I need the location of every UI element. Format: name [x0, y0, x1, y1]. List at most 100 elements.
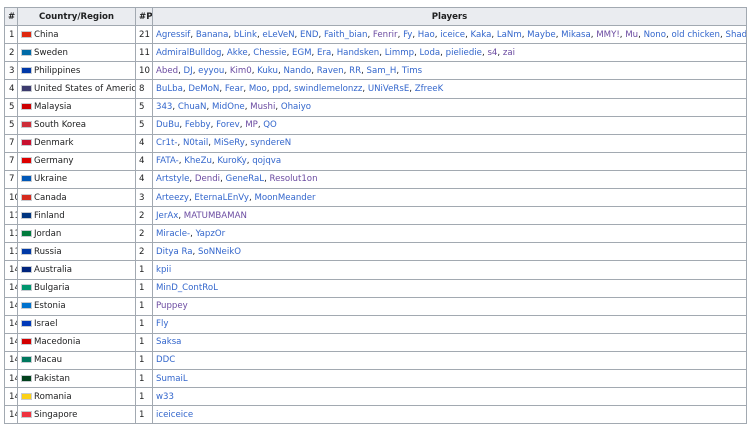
table-row: 5 Malaysia 5 343, ChuaN, MidOne, Mushi, Oha… — [4, 97, 747, 117]
player-link[interactable]: Resolut1on — [270, 174, 318, 184]
player-link[interactable]: GeneRaL — [226, 174, 265, 184]
player-link[interactable]: Shadow — [725, 30, 745, 40]
player-link[interactable]: N0tail — [183, 138, 208, 148]
country-flag-icon — [21, 121, 32, 129]
player-link[interactable]: swindlemelonzz — [294, 84, 362, 94]
player-link[interactable]: DDC — [156, 355, 175, 365]
player-link[interactable]: Banana — [196, 30, 229, 40]
player-link[interactable]: Hao — [418, 30, 435, 40]
player-link[interactable]: eLeVeN — [262, 30, 294, 40]
player-link[interactable]: DuBu — [156, 120, 179, 130]
player-link[interactable]: Ohaiyo — [281, 102, 311, 112]
player-link[interactable]: MATUMBAMAN — [184, 211, 247, 221]
player-link[interactable]: Cr1t- — [156, 138, 177, 148]
player-link[interactable]: MiSeRy — [214, 138, 245, 148]
player-link[interactable]: KuroKy — [217, 156, 246, 166]
player-link[interactable]: Raven — [317, 66, 344, 76]
player-link[interactable]: Mikasa — [561, 30, 591, 40]
player-link[interactable]: ppd — [272, 84, 288, 94]
player-link[interactable]: RR — [349, 66, 361, 76]
player-link[interactable]: MinD_ContRoL — [156, 283, 218, 293]
player-link[interactable]: DeMoN — [188, 84, 219, 94]
player-link[interactable]: Mushi — [250, 102, 275, 112]
player-link[interactable]: Nono — [644, 30, 666, 40]
table-row: 7 Ukraine 4 Artstyle, Dendi, GeneRaL, Resol… — [4, 169, 747, 190]
player-link[interactable]: Dendi — [195, 174, 220, 184]
player-link[interactable]: Fy — [403, 30, 412, 40]
player-link[interactable]: ZfreeK — [415, 84, 443, 94]
rank-header[interactable]: # — [4, 6, 18, 27]
player-link[interactable]: Forev — [216, 120, 240, 130]
player-link[interactable]: qojqva — [252, 156, 281, 166]
player-link[interactable]: Era — [317, 48, 331, 58]
player-link[interactable]: Kuku — [257, 66, 278, 76]
player-link[interactable]: Kim0 — [230, 66, 252, 76]
player-link[interactable]: Mu — [625, 30, 638, 40]
player-link[interactable]: zai — [503, 48, 515, 58]
player-link[interactable]: Loda — [420, 48, 441, 58]
player-link[interactable]: Puppey — [156, 301, 188, 311]
player-link[interactable]: EternaLEnVy — [194, 193, 249, 203]
player-link[interactable]: Arteezy — [156, 193, 189, 203]
player-link[interactable]: BuLba — [156, 84, 183, 94]
player-link[interactable]: QO — [263, 120, 277, 130]
player-link[interactable]: syndereN — [250, 138, 291, 148]
player-link[interactable]: AdmiralBulldog — [156, 48, 221, 58]
player-link[interactable]: kpii — [156, 265, 171, 275]
player-link[interactable]: LaNm — [497, 30, 522, 40]
player-link[interactable]: END — [300, 30, 318, 40]
player-link[interactable]: Nando — [283, 66, 311, 76]
player-link[interactable]: Febby — [185, 120, 211, 130]
player-link[interactable]: 343 — [156, 102, 172, 112]
player-link[interactable]: iceice — [440, 30, 465, 40]
player-link[interactable]: Miracle- — [156, 229, 190, 239]
player-link[interactable]: Saksa — [156, 337, 181, 347]
player-link[interactable]: KheZu — [184, 156, 212, 166]
player-link[interactable]: Artstyle — [156, 174, 189, 184]
player-link[interactable]: MP — [245, 120, 258, 130]
player-count-cell: 1 — [135, 296, 153, 316]
player-link[interactable]: Moo — [249, 84, 267, 94]
player-link[interactable]: Fear — [225, 84, 244, 94]
player-link[interactable]: w33 — [156, 392, 174, 402]
player-link[interactable]: MoonMeander — [254, 193, 315, 203]
country-flag-icon — [21, 30, 32, 38]
player-link[interactable]: Fly — [156, 319, 168, 329]
player-link[interactable]: bLink — [234, 30, 257, 40]
players-header[interactable]: Players — [152, 6, 747, 27]
player-link[interactable]: Chessie — [253, 48, 286, 58]
player-link[interactable]: iceiceice — [156, 410, 193, 420]
player-link[interactable]: Akke — [227, 48, 248, 58]
player-link[interactable]: Faith_bian — [324, 30, 367, 40]
player-link[interactable]: Kaka — [471, 30, 492, 40]
player-link[interactable]: Agressif — [156, 30, 190, 40]
player-link[interactable]: Limmp — [385, 48, 414, 58]
player-link[interactable]: MMY! — [596, 30, 620, 40]
player-link[interactable]: SumaiL — [156, 374, 188, 384]
rank-cell: 7 — [4, 151, 18, 171]
player-link[interactable]: JerAx — [156, 211, 178, 221]
player-link[interactable]: MidOne — [212, 102, 245, 112]
player-link[interactable]: ChuaN — [178, 102, 207, 112]
player-link[interactable]: s4 — [487, 48, 497, 58]
player-link[interactable]: Tims — [402, 66, 422, 76]
player-link[interactable]: SoNNeikO — [198, 247, 241, 257]
player-link[interactable]: old chicken — [671, 30, 720, 40]
player-link[interactable]: Handsken — [337, 48, 380, 58]
player-link[interactable]: Fenrir — [373, 30, 398, 40]
player-link[interactable]: Maybe — [527, 30, 556, 40]
player-link[interactable]: DJ — [184, 66, 193, 76]
player-link[interactable]: Ditya Ra — [156, 247, 193, 257]
player-link[interactable]: eyyou — [198, 66, 224, 76]
player-link[interactable]: pieliedie — [446, 48, 482, 58]
player-link[interactable]: FATA- — [156, 156, 179, 166]
player-link[interactable]: Abed — [156, 66, 178, 76]
player-link[interactable]: UNiVeRsE — [368, 84, 409, 94]
player-link[interactable]: YapzOr — [196, 229, 226, 239]
country-cell: United States of America — [17, 79, 136, 99]
country-header[interactable]: Country/Region — [17, 6, 136, 27]
player-count-header[interactable]: #P — [135, 6, 153, 27]
players-cell: DDC — [152, 350, 747, 370]
player-link[interactable]: EGM — [292, 48, 312, 58]
player-link[interactable]: Sam_H — [367, 66, 397, 76]
